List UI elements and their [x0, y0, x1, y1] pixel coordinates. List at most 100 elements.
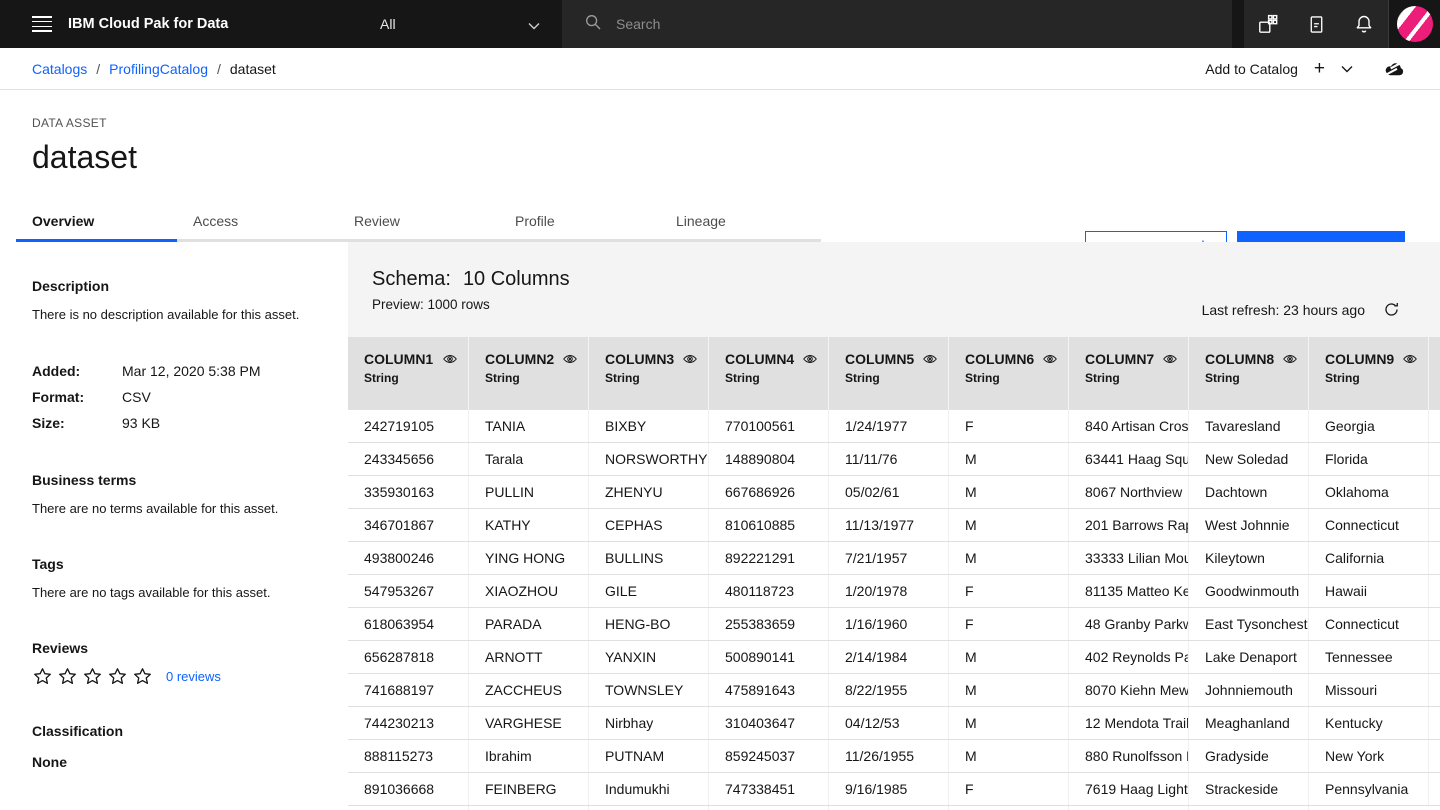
meta-row: Size:93 KB	[32, 410, 332, 436]
table-cell-clipped	[1428, 509, 1440, 541]
add-to-catalog-button[interactable]: Add to Catalog	[1205, 61, 1298, 77]
document-icon[interactable]	[1296, 0, 1336, 48]
breadcrumb-catalogs[interactable]: Catalogs	[32, 61, 87, 77]
hamburger-icon[interactable]	[32, 14, 54, 34]
table-cell: 63441 Haag Squ	[1068, 443, 1188, 475]
table-cell: 04/12/53	[828, 707, 948, 739]
breadcrumb-profilingcatalog[interactable]: ProfilingCatalog	[109, 61, 208, 77]
table-cell: 2/14/1984	[828, 641, 948, 673]
table-cell: 770100561	[708, 410, 828, 442]
table-cell: 12 Mendota Trail	[1068, 707, 1188, 739]
refresh-icon[interactable]	[1383, 301, 1400, 318]
table-cell: Goodwinmouth	[1188, 575, 1308, 607]
tab-review[interactable]: Review	[338, 205, 499, 242]
table-cell: M	[948, 641, 1068, 673]
table-cell: 310403647	[708, 707, 828, 739]
table-cell: M	[948, 542, 1068, 574]
table-cell: M	[948, 509, 1068, 541]
tab-overview[interactable]: Overview	[16, 205, 177, 242]
tab-profile[interactable]: Profile	[499, 205, 660, 242]
reviews-link[interactable]: 0 reviews	[166, 669, 221, 684]
top-navbar: IBM Cloud Pak for Data All	[0, 0, 1440, 48]
table-row: 243345656TaralaNORSWORTHY14889080411/11/…	[348, 443, 1440, 476]
table-cell-clipped	[1428, 476, 1440, 508]
table-cell	[468, 806, 588, 810]
table-cell: 7/21/1957	[828, 542, 948, 574]
column-type: String	[364, 371, 458, 385]
tab-access[interactable]: Access	[177, 205, 338, 242]
table-cell	[828, 806, 948, 810]
table-cell: YANXIN	[588, 641, 708, 673]
eye-icon[interactable]	[922, 351, 938, 367]
column-header[interactable]: COLUMN7String	[1068, 337, 1188, 410]
table-cell: YING HONG	[468, 542, 588, 574]
table-cell: NORSWORTHY	[588, 443, 708, 475]
notifications-icon[interactable]	[1344, 0, 1384, 48]
table-cell: Nirbhay	[588, 707, 708, 739]
table-cell: 7619 Haag Light	[1068, 773, 1188, 805]
table-row: 346701867KATHYCEPHAS81061088511/13/1977M…	[348, 509, 1440, 542]
table-cell: 148890804	[708, 443, 828, 475]
eye-icon[interactable]	[1162, 351, 1178, 367]
table-cell: CEPHAS	[588, 509, 708, 541]
table-cell-clipped	[1428, 707, 1440, 739]
table-cell: Tarala	[468, 443, 588, 475]
column-name: COLUMN8	[1205, 351, 1274, 367]
eye-icon[interactable]	[1042, 351, 1058, 367]
eye-icon[interactable]	[682, 351, 698, 367]
search-input[interactable]	[616, 16, 1156, 32]
table-cell: 747338451	[708, 773, 828, 805]
column-name: COLUMN4	[725, 351, 794, 367]
table-cell: PULLIN	[468, 476, 588, 508]
table-cell: Connecticut	[1308, 509, 1428, 541]
column-header[interactable]: COLUMN8String	[1188, 337, 1308, 410]
table-cell: 1/24/1977	[828, 410, 948, 442]
table-cell: New York	[1308, 740, 1428, 772]
table-cell: 243345656	[348, 443, 468, 475]
table-cell-clipped	[1428, 773, 1440, 805]
search-icon	[584, 13, 602, 36]
chevron-down-icon[interactable]	[1341, 65, 1353, 73]
eye-icon[interactable]	[1282, 351, 1298, 367]
table-cell: Indumukhi	[588, 773, 708, 805]
table-cell-clipped	[1428, 740, 1440, 772]
cloud-icon[interactable]	[1383, 60, 1405, 78]
meta-value: Mar 12, 2020 5:38 PM	[122, 358, 261, 384]
table-cell: Dachtown	[1188, 476, 1308, 508]
table-cell: 48 Granby Parkw	[1068, 608, 1188, 640]
column-header[interactable]: COLUMN3String	[588, 337, 708, 410]
scope-selector[interactable]: All	[380, 0, 540, 48]
table-cell: TANIA	[468, 410, 588, 442]
column-header[interactable]: COLUMN2String	[468, 337, 588, 410]
business-terms-heading: Business terms	[32, 472, 332, 488]
column-type: String	[605, 371, 698, 385]
column-header[interactable]: COLUMN1String	[348, 337, 468, 410]
services-icon[interactable]	[1248, 0, 1288, 48]
table-cell: Meaghanland	[1188, 707, 1308, 739]
table-cell: 11/11/76	[828, 443, 948, 475]
table-cell: Connecticut	[1308, 608, 1428, 640]
eye-icon[interactable]	[802, 351, 818, 367]
table-cell: M	[948, 674, 1068, 706]
table-cell: 493800246	[348, 542, 468, 574]
tab-lineage[interactable]: Lineage	[660, 205, 821, 242]
eye-icon[interactable]	[442, 351, 458, 367]
table-cell: Oklahoma	[1308, 476, 1428, 508]
asset-meta: Added:Mar 12, 2020 5:38 PMFormat:CSVSize…	[32, 358, 332, 436]
column-header[interactable]: COLUMN5String	[828, 337, 948, 410]
table-cell: West Johnnie	[1188, 509, 1308, 541]
plus-icon[interactable]: +	[1314, 59, 1325, 78]
eye-icon[interactable]	[562, 351, 578, 367]
column-header[interactable]: COLUMN6String	[948, 337, 1068, 410]
table-cell: 741688197	[348, 674, 468, 706]
column-header[interactable]: COLUMN4String	[708, 337, 828, 410]
eye-icon[interactable]	[1402, 351, 1418, 367]
table-cell-clipped	[1428, 410, 1440, 442]
avatar[interactable]	[1397, 6, 1433, 42]
star-icon	[57, 666, 78, 687]
table-cell: Ibrahim	[468, 740, 588, 772]
column-header[interactable]: COLUMN9String	[1308, 337, 1428, 410]
table-cell: GILE	[588, 575, 708, 607]
schema-label: Schema:	[372, 268, 451, 291]
table-body: 242719105TANIABIXBY7701005611/24/1977F84…	[348, 410, 1440, 810]
